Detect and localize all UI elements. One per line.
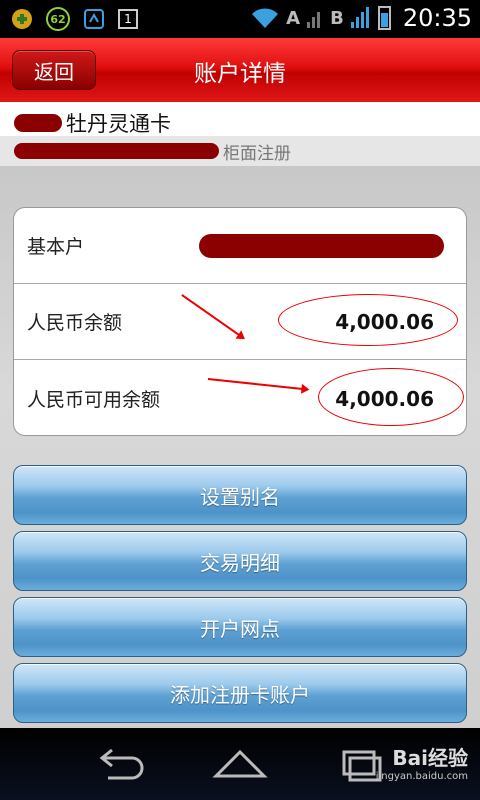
signal-b-label: B [330,7,344,29]
navigation-bar: Bai经验 jingyan.baidu.com [0,728,480,800]
notification-count-icon: 1 [118,9,138,29]
rmb-available-label: 人民币可用余额 [27,389,161,411]
signal-a-label: A [286,7,301,29]
registration-row: 柜面注册 [0,136,480,166]
signal-a-icon [307,12,321,28]
clock-time: 20:35 [402,4,472,32]
account-type-row: 基本户 [14,208,466,284]
status-bar: 62 1 A B 20:35 [0,0,480,38]
add-registered-card-button[interactable]: 添加注册卡账户 [13,663,467,723]
wifi-icon [252,8,279,28]
back-icon[interactable] [90,746,150,782]
branch-info-button[interactable]: 开户网点 [13,597,467,657]
annotation-ellipse-balance [278,294,458,346]
watermark-brand: Bai经验 [392,746,468,770]
card-header: 牡丹灵通卡 柜面注册 [0,102,480,166]
redacted-account-number [199,234,444,258]
app-notification-icon [10,7,34,31]
sync-icon [82,7,106,31]
content-area: 基本户 人民币余额 4,000.06 人民币可用余额 4,000.06 设置别名… [0,166,480,728]
baidu-watermark: Bai经验 jingyan.baidu.com [376,742,468,782]
watermark-url: jingyan.baidu.com [375,771,468,782]
transaction-details-button[interactable]: 交易明细 [13,531,467,591]
signal-b-icon [350,7,369,28]
page-title: 账户详情 [194,61,286,87]
redacted-card-prefix [14,114,62,132]
set-alias-button[interactable]: 设置别名 [13,465,467,525]
annotation-ellipse-available [318,368,464,426]
card-name: 牡丹灵通卡 [66,112,171,136]
battery-percent-badge: 62 [46,7,70,31]
title-bar: 返回 账户详情 [0,38,480,102]
battery-icon [377,6,391,30]
home-icon[interactable] [210,746,270,782]
rmb-balance-label: 人民币余额 [27,312,123,334]
redacted-card-number [14,143,219,159]
account-type-label: 基本户 [27,236,85,258]
registration-type: 柜面注册 [223,143,291,164]
